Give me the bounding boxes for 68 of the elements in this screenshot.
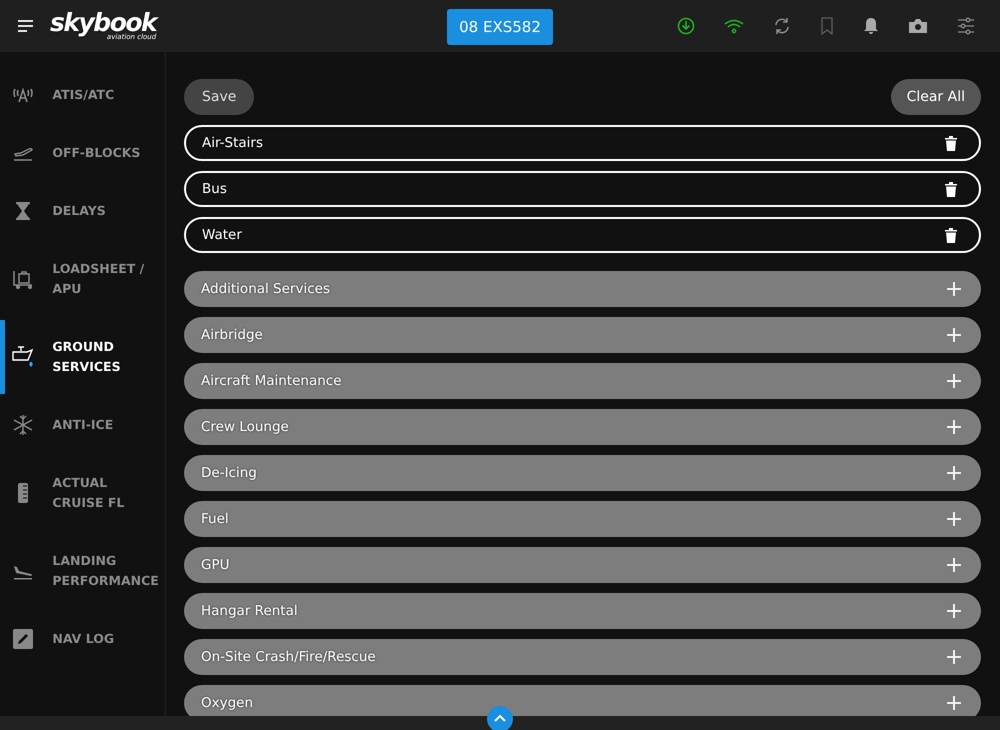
sidebar-item[interactable]: DELAYS <box>0 182 165 240</box>
service-label: De-Icing <box>201 465 257 481</box>
sidebar-item[interactable]: NAV LOG <box>0 610 165 668</box>
snowflake-icon <box>12 414 34 436</box>
service-label: Aircraft Maintenance <box>201 373 342 389</box>
service-row[interactable]: Airbridge <box>184 317 981 353</box>
sidebar-item[interactable]: LANDING PERFORMANCE <box>0 532 165 610</box>
service-row[interactable]: Crew Lounge <box>184 409 981 445</box>
clear-all-button[interactable]: Clear All <box>890 79 981 115</box>
logo: skybook <box>50 11 156 35</box>
service-row[interactable]: Additional Services <box>184 271 981 307</box>
service-row[interactable]: Fuel <box>184 501 981 537</box>
service-label: GPU <box>201 557 230 573</box>
sync-icon[interactable] <box>773 17 791 35</box>
scroll-up-button[interactable] <box>487 706 513 730</box>
plus-icon[interactable] <box>947 466 961 480</box>
ruler-icon <box>17 482 30 504</box>
added-service-row[interactable]: Water <box>184 217 981 253</box>
service-label: Crew Lounge <box>201 419 289 435</box>
added-service-row[interactable]: Air-Stairs <box>184 125 981 161</box>
trash-icon[interactable] <box>945 228 957 242</box>
sidebar-item[interactable]: ANTI-ICE <box>0 396 165 454</box>
plus-icon[interactable] <box>947 512 961 526</box>
service-row[interactable]: Oxygen <box>184 685 981 716</box>
service-label: Hangar Rental <box>201 603 298 619</box>
plus-icon[interactable] <box>947 558 961 572</box>
takeoff-icon <box>12 145 34 161</box>
sidebar-item[interactable]: LOADSHEET / APU <box>0 240 165 318</box>
settings-sliders-icon[interactable] <box>957 17 975 35</box>
service-label: Additional Services <box>201 281 330 297</box>
service-row[interactable]: Aircraft Maintenance <box>184 363 981 399</box>
service-row[interactable]: De-Icing <box>184 455 981 491</box>
luggage-cart-icon <box>12 269 34 289</box>
edit-icon <box>13 629 34 649</box>
service-row[interactable]: On-Site Crash/Fire/Rescue <box>184 639 981 675</box>
plus-icon[interactable] <box>947 420 961 434</box>
menu-icon[interactable] <box>18 20 34 32</box>
service-row[interactable]: Hangar Rental <box>184 593 981 629</box>
plus-icon[interactable] <box>947 696 961 710</box>
wifi-icon[interactable] <box>724 18 744 34</box>
service-label: Water <box>202 227 242 243</box>
save-button[interactable]: Save <box>184 79 254 115</box>
hourglass-icon <box>15 201 32 221</box>
plus-icon[interactable] <box>947 604 961 618</box>
trash-icon[interactable] <box>945 182 957 196</box>
service-row[interactable]: GPU <box>184 547 981 583</box>
service-label: On-Site Crash/Fire/Rescue <box>201 649 376 665</box>
flight-button[interactable]: 08 EXS582 <box>447 9 553 45</box>
plus-icon[interactable] <box>947 650 961 664</box>
fuel-can-icon <box>11 346 36 368</box>
added-service-row[interactable]: Bus <box>184 171 981 207</box>
service-label: Air-Stairs <box>202 135 264 151</box>
antenna-icon <box>12 87 34 103</box>
service-label: Airbridge <box>201 327 263 343</box>
plus-icon[interactable] <box>947 374 961 388</box>
plus-icon[interactable] <box>947 282 961 296</box>
sidebar-item[interactable]: OFF-BLOCKS <box>0 124 165 182</box>
camera-icon[interactable] <box>908 18 928 34</box>
service-label: Bus <box>202 181 227 197</box>
download-icon[interactable] <box>677 17 695 35</box>
sidebar-item[interactable]: ACTUAL CRUISE FL <box>0 454 165 532</box>
sidebar-item[interactable]: GROUND SERVICES <box>0 318 165 396</box>
bell-icon[interactable] <box>863 17 879 35</box>
plus-icon[interactable] <box>947 328 961 342</box>
trash-icon[interactable] <box>945 136 957 150</box>
service-label: Fuel <box>201 511 229 527</box>
service-label: Oxygen <box>201 695 254 711</box>
sidebar-item[interactable]: ATIS/ATC <box>0 66 165 124</box>
